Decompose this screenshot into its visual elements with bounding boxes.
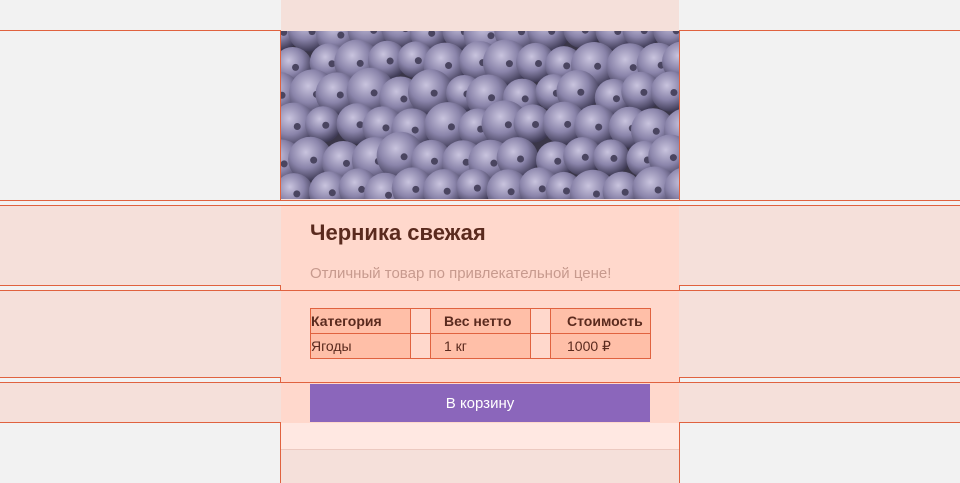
berry-crown: [473, 184, 481, 192]
berry-crown: [370, 89, 378, 97]
berry-crown: [640, 88, 648, 96]
header-weight: Вес нетто: [430, 308, 531, 334]
footer-divider: [281, 449, 679, 450]
berry-crown: [535, 59, 543, 67]
berry-crown: [654, 186, 662, 194]
berry-crown: [505, 60, 513, 68]
berry-crown: [337, 31, 345, 39]
berry-crown: [487, 32, 495, 40]
berry-crown: [447, 123, 455, 131]
berry-crown: [292, 63, 300, 71]
berry-crown: [293, 190, 301, 198]
berry-crown: [430, 89, 438, 97]
berry-crown: [517, 155, 525, 163]
value-gap: [530, 333, 551, 359]
header-category: Категория: [310, 308, 411, 334]
blueberries-image: [281, 31, 679, 199]
specs-value-row: Ягоды 1 кг 1000 ₽: [310, 333, 651, 359]
berry-crown: [488, 94, 496, 102]
berry-crown: [342, 159, 350, 167]
berry-crown: [629, 64, 637, 72]
berry-crown: [594, 62, 602, 70]
berry-crown: [554, 157, 562, 165]
berry-crown: [563, 62, 571, 70]
berry-crown: [445, 62, 453, 70]
berry-crown: [400, 153, 408, 161]
berry-crown: [595, 123, 603, 131]
berry-crown: [592, 190, 600, 198]
berry-crown: [577, 88, 585, 96]
card-gap-1: [281, 286, 679, 290]
berry-crown: [322, 121, 330, 129]
berry-crown: [538, 185, 546, 193]
value-category: Ягоды: [310, 333, 411, 359]
berry-crown: [443, 187, 451, 195]
berry-crown: [581, 153, 589, 161]
product-subtitle: Отличный товар по привлекательной цене!: [310, 265, 612, 282]
berry-crown: [610, 154, 618, 162]
value-price: 1000 ₽: [550, 333, 651, 359]
product-image: [281, 31, 679, 199]
product-title: Черника свежая: [310, 220, 486, 245]
berry-crown: [336, 91, 344, 99]
berry-crown: [670, 89, 678, 97]
berry-crown: [400, 95, 408, 103]
card-footer: [281, 423, 679, 449]
berry-crown: [612, 95, 620, 103]
value-gap: [410, 333, 431, 359]
berry-crown: [310, 156, 318, 164]
berry-crown: [293, 123, 301, 131]
card-gap-2: [281, 378, 679, 382]
specs-header-row: Категория Вес нетто Стоимость: [310, 308, 651, 334]
berry-crown: [652, 127, 660, 135]
berry-crown: [621, 188, 629, 196]
berry-crown: [532, 121, 540, 129]
berry-crown: [328, 189, 336, 197]
card-top: [281, 0, 679, 31]
header-price: Стоимость: [550, 308, 651, 334]
berry-crown: [669, 154, 677, 162]
berry-crown: [356, 59, 364, 67]
berry-crown: [414, 57, 422, 65]
berry-crown: [385, 191, 393, 199]
berry-crown: [507, 188, 515, 196]
specs-table: Категория Вес нетто Стоимость Ягоды 1 кг…: [310, 308, 651, 359]
berry-crown: [490, 159, 498, 167]
berry-crown: [382, 124, 390, 132]
layout-canvas: Черника свежая Отличный товар по привлек…: [0, 0, 960, 483]
berry-crown: [563, 187, 571, 195]
add-to-cart-button[interactable]: В корзину: [310, 384, 650, 422]
berry-crown: [386, 57, 394, 65]
berry-crown: [564, 120, 572, 128]
header-gap: [530, 308, 551, 334]
berry-crown: [430, 157, 438, 165]
header-gap: [410, 308, 431, 334]
berry-crown: [504, 121, 512, 129]
berry-crown: [412, 185, 420, 193]
value-weight: 1 кг: [430, 333, 531, 359]
berry-crown: [521, 95, 529, 103]
berry-crown: [411, 126, 419, 134]
